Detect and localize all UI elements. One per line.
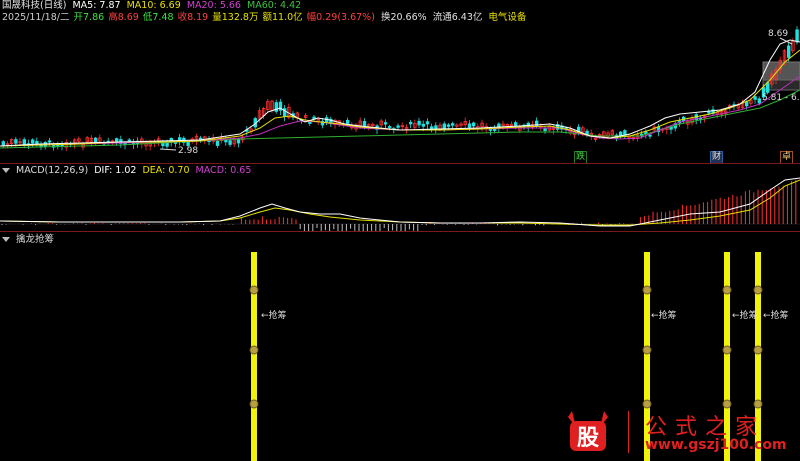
candle bbox=[1, 139, 5, 149]
candle bbox=[459, 121, 463, 129]
candle bbox=[215, 140, 220, 149]
candle bbox=[455, 123, 459, 129]
candle bbox=[329, 116, 333, 127]
candle bbox=[320, 118, 325, 129]
candle bbox=[480, 119, 484, 132]
candle bbox=[5, 140, 10, 149]
candle bbox=[30, 138, 35, 148]
signal-label: ←抢筹 bbox=[261, 311, 287, 321]
candle bbox=[690, 115, 694, 126]
signal-label: ←抢筹 bbox=[732, 311, 758, 321]
candle bbox=[425, 118, 430, 129]
candle bbox=[556, 121, 560, 132]
svg-text:股: 股 bbox=[577, 426, 599, 451]
candle bbox=[266, 98, 270, 113]
candle bbox=[450, 121, 455, 129]
stock-chart-window: 国晟科技(日线) MA5: 7.87 MA10: 6.69 MA20: 5.66… bbox=[0, 0, 800, 461]
signal-label: ←抢筹 bbox=[651, 311, 677, 321]
candle bbox=[18, 137, 22, 146]
candle bbox=[274, 99, 278, 114]
candle bbox=[194, 133, 199, 146]
candle bbox=[295, 111, 299, 122]
candle bbox=[77, 136, 81, 144]
candle bbox=[736, 102, 740, 111]
candle bbox=[282, 105, 287, 122]
candle bbox=[278, 99, 283, 116]
right-marker: 5.81 - 6.3 bbox=[762, 93, 800, 103]
watermark-url: www.gszj100.com bbox=[645, 437, 787, 453]
candle bbox=[623, 129, 627, 139]
candle bbox=[56, 141, 60, 150]
candle bbox=[408, 119, 413, 129]
candle bbox=[434, 122, 438, 134]
candle bbox=[177, 133, 182, 146]
candle bbox=[106, 137, 110, 146]
signal-label: ←抢筹 bbox=[763, 311, 789, 321]
candle bbox=[429, 123, 434, 133]
candle bbox=[39, 141, 43, 151]
candle bbox=[89, 135, 94, 147]
candle bbox=[446, 123, 451, 130]
candle bbox=[287, 103, 291, 120]
candle bbox=[245, 126, 249, 136]
watermark-logo-icon: 股 bbox=[568, 411, 608, 451]
candle bbox=[560, 122, 564, 133]
candle bbox=[396, 123, 400, 130]
low-marker: 2.98 bbox=[178, 146, 198, 156]
signal-bar bbox=[249, 252, 259, 461]
candle bbox=[383, 119, 388, 129]
candle bbox=[417, 117, 421, 128]
candle bbox=[413, 119, 417, 131]
candle bbox=[22, 137, 26, 149]
candle bbox=[463, 117, 467, 129]
candle bbox=[60, 141, 64, 151]
high-marker: 8.69 bbox=[768, 29, 788, 39]
watermark: 股 公式之家 www.gszj100.com bbox=[548, 405, 800, 461]
price-chart[interactable]: 8.69 2.98 5.81 - 6.3 bbox=[0, 0, 800, 164]
candle bbox=[64, 139, 68, 152]
candle bbox=[337, 119, 341, 127]
macd-chart[interactable] bbox=[0, 164, 800, 232]
candle bbox=[404, 124, 409, 134]
candle bbox=[442, 121, 446, 133]
